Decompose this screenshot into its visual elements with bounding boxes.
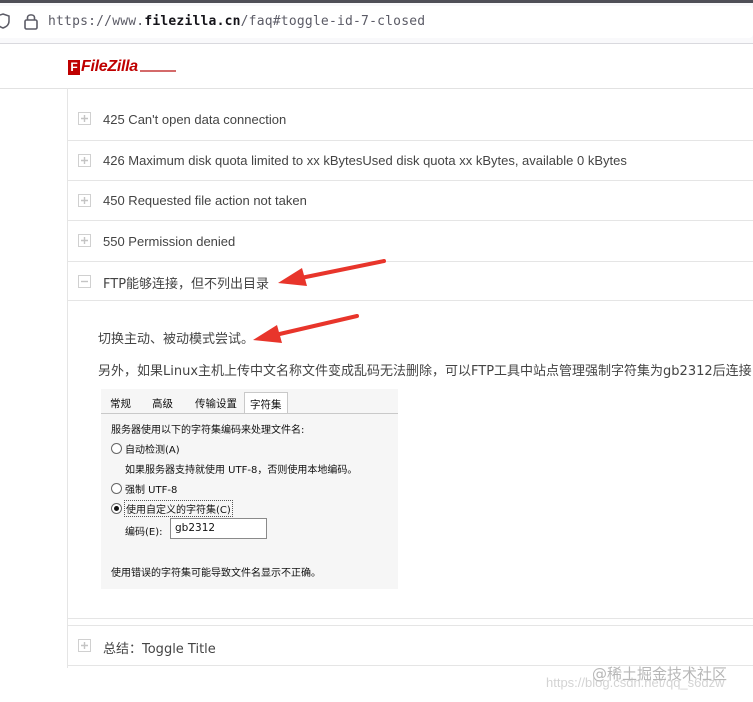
faq-toggle-ftp-list[interactable]: FTP能够连接，但不列出目录 <box>68 262 753 301</box>
site-header: F FileZilla <box>0 44 753 88</box>
tab-general: 常规 <box>110 398 131 410</box>
radio-utf8 <box>111 483 122 494</box>
option-custom-label: 使用自定义的字符集(C) <box>124 500 233 517</box>
window-top-edge <box>0 0 753 3</box>
option-utf8-label: 强制 UTF-8 <box>125 485 178 496</box>
faq-toggle-425[interactable]: 425 Can't open data connection <box>68 99 753 141</box>
tab-transfer-settings: 传输设置 <box>195 398 237 410</box>
logo-wordmark: FileZilla <box>81 58 138 75</box>
minus-icon <box>78 275 91 288</box>
faq-toggle-summary[interactable]: 总结：Toggle Title <box>68 625 753 666</box>
faq-toggle-426[interactable]: 426 Maximum disk quota limited to xx kBy… <box>68 141 753 181</box>
answer-line-2: 另外，如果Linux主机上传中文名称文件变成乱码无法删除，可以FTP工具中站点管… <box>98 364 753 379</box>
faq-toggle-550[interactable]: 550 Permission denied <box>68 221 753 262</box>
option-auto-label: 自动检测(A) <box>125 445 180 456</box>
plus-icon <box>78 639 91 652</box>
radio-custom <box>111 503 122 514</box>
radio-auto <box>111 443 122 454</box>
dialog-tab-bar: 常规 高级 传输设置 字符集 <box>101 389 398 414</box>
filezilla-logo[interactable]: F FileZilla <box>68 57 176 77</box>
browser-toolbar: https://www.filezilla.cn/faq#toggle-id-7… <box>0 0 753 44</box>
charset-dialog-screenshot: 常规 高级 传输设置 字符集 服务器使用以下的字符集编码来处理文件名: 自动检测… <box>101 389 398 589</box>
toggle-title: 450 Requested file action not taken <box>103 193 307 208</box>
faq-toggle-450[interactable]: 450 Requested file action not taken <box>68 181 753 221</box>
plus-icon <box>78 234 91 247</box>
logo-tagline-mark <box>139 70 176 72</box>
url-text[interactable]: https://www.filezilla.cn/faq#toggle-id-7… <box>48 14 425 29</box>
watermark-text: @稀土掘金技术社区 <box>592 665 728 683</box>
charset-intro: 服务器使用以下的字符集编码来处理文件名: <box>111 425 305 436</box>
toggle-title: FTP能够连接，但不列出目录 <box>103 277 270 292</box>
toggle-title: 426 Maximum disk quota limited to xx kBy… <box>103 153 627 168</box>
answer-line-1: 切换主动、被动模式尝试。 <box>98 332 255 347</box>
toggle-title: 550 Permission denied <box>103 234 236 249</box>
toggle-title: 425 Can't open data connection <box>103 112 287 127</box>
tab-advanced: 高级 <box>152 398 173 410</box>
plus-icon <box>78 154 91 167</box>
encoding-label: 编码(E): <box>125 527 163 538</box>
logo-mark: F <box>68 59 80 75</box>
option-auto-note: 如果服务器支持就使用 UTF-8，否则使用本地编码。 <box>125 465 358 476</box>
toggle-title: 总结：Toggle Title <box>103 642 216 657</box>
lock-icon[interactable] <box>23 12 39 30</box>
encoding-input: gb2312 <box>170 518 267 539</box>
shield-icon[interactable] <box>0 13 10 29</box>
tab-charset: 字符集 <box>244 392 288 413</box>
charset-warning: 使用错误的字符集可能导致文件名显示不正确。 <box>111 568 321 579</box>
plus-icon <box>78 194 91 207</box>
plus-icon <box>78 112 91 125</box>
